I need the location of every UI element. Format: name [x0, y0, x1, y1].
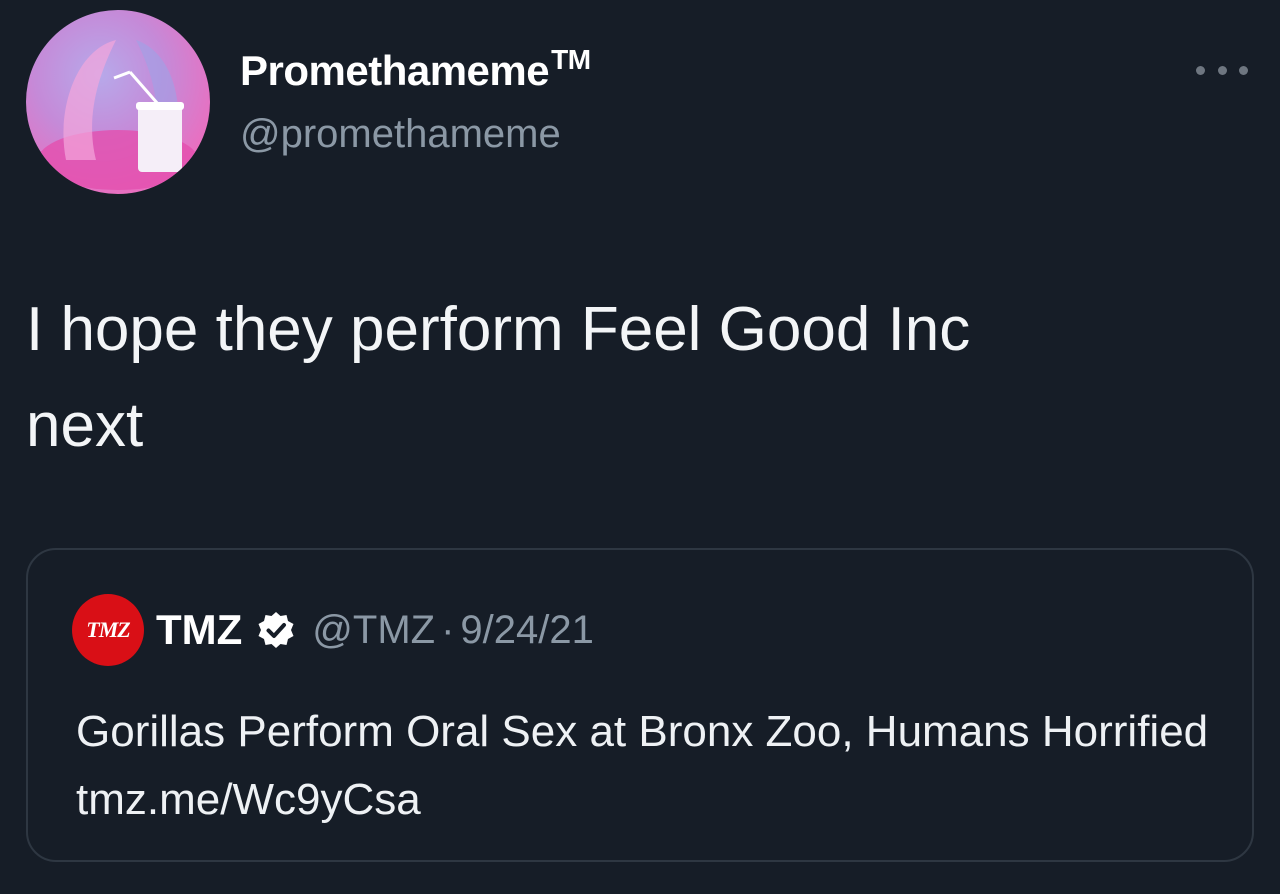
more-dot: [1239, 65, 1248, 75]
quoted-display-name[interactable]: TMZ: [156, 606, 242, 654]
display-name[interactable]: PromethamemeTM: [240, 44, 591, 95]
more-dot: [1217, 65, 1227, 75]
display-name-text: Promethameme: [240, 47, 550, 94]
quoted-tweet-header: TMZ TMZ @TMZ · 9/24/21: [72, 594, 594, 666]
separator-dot: ·: [441, 607, 455, 652]
quoted-handle[interactable]: @TMZ: [312, 608, 435, 653]
tweet-text: I hope they perform Feel Good Inc next: [26, 295, 971, 460]
quoted-tweet-card[interactable]: TMZ TMZ @TMZ · 9/24/21 Gorillas Perform …: [26, 548, 1254, 862]
avatar-lean-cup-icon: [38, 40, 198, 190]
verified-badge-icon: [258, 612, 294, 648]
more-dot: [1196, 65, 1205, 75]
user-handle[interactable]: @promethameme: [240, 112, 561, 157]
quoted-tweet-text: Gorillas Perform Oral Sex at Bronx Zoo, …: [76, 707, 1209, 824]
avatar[interactable]: [26, 10, 210, 194]
tmz-logo-text: TMZ: [86, 617, 130, 642]
quoted-date[interactable]: 9/24/21: [460, 608, 593, 653]
trademark-symbol: TM: [551, 44, 591, 75]
more-options-icon[interactable]: [1196, 56, 1248, 84]
tmz-logo-avatar[interactable]: TMZ: [72, 594, 144, 666]
